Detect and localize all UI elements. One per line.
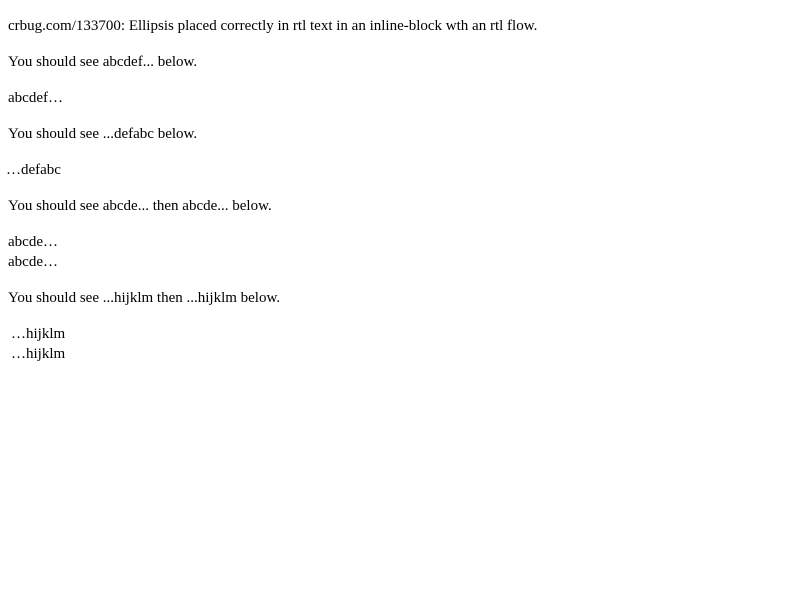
test-output-text: abcde… [8,234,58,250]
test-output-text: abcde… [8,254,58,270]
test-output-text: abcdef… [8,90,63,106]
instruction-text: You should see abcde... then abcde... be… [8,198,272,214]
instruction-text: You should see ...defabc below. [8,126,198,142]
instruction-text: You should see ...hijklm then ...hijklm … [8,290,281,306]
test-output-text: …hijklm [11,346,66,362]
page-title: crbug.com/133700: Ellipsis placed correc… [8,18,538,34]
instruction-text: You should see abcdef... below. [8,54,198,70]
test-output-text: …hijklm [11,326,66,342]
test-output-text: …defabc [6,162,61,178]
